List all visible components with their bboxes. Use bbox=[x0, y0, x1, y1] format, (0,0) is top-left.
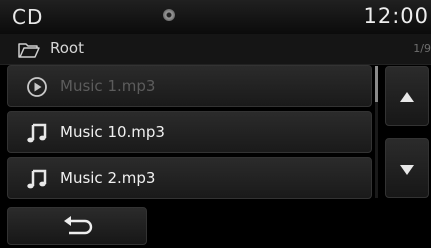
scrollbar-thumb[interactable] bbox=[375, 66, 378, 102]
play-circle-icon bbox=[27, 77, 47, 97]
list-item-label: Music 2.mp3 bbox=[60, 169, 156, 187]
folder-path-label: Root bbox=[50, 39, 84, 57]
music-note-icon bbox=[27, 169, 47, 189]
triangle-up-icon bbox=[400, 92, 414, 102]
back-arrow-icon bbox=[64, 216, 93, 235]
list-item-music-1[interactable]: Music 1.mp3 bbox=[7, 65, 372, 107]
folder-icon bbox=[18, 43, 40, 58]
scroll-down-button[interactable] bbox=[385, 138, 429, 198]
disc-icon bbox=[163, 9, 175, 21]
list-item-label: Music 1.mp3 bbox=[60, 77, 156, 95]
status-bar: CD 12:00 bbox=[0, 0, 431, 34]
triangle-down-icon bbox=[400, 165, 414, 175]
source-label: CD bbox=[12, 5, 44, 29]
music-note-icon bbox=[27, 123, 47, 143]
page-indicator: 1/9 bbox=[413, 42, 431, 55]
list-item-music-2[interactable]: Music 2.mp3 bbox=[7, 157, 372, 199]
scroll-up-button[interactable] bbox=[385, 66, 429, 126]
back-button[interactable] bbox=[7, 207, 147, 245]
list-item-music-10[interactable]: Music 10.mp3 bbox=[7, 111, 372, 153]
list-item-label: Music 10.mp3 bbox=[60, 123, 165, 141]
clock: 12:00 bbox=[363, 4, 429, 28]
